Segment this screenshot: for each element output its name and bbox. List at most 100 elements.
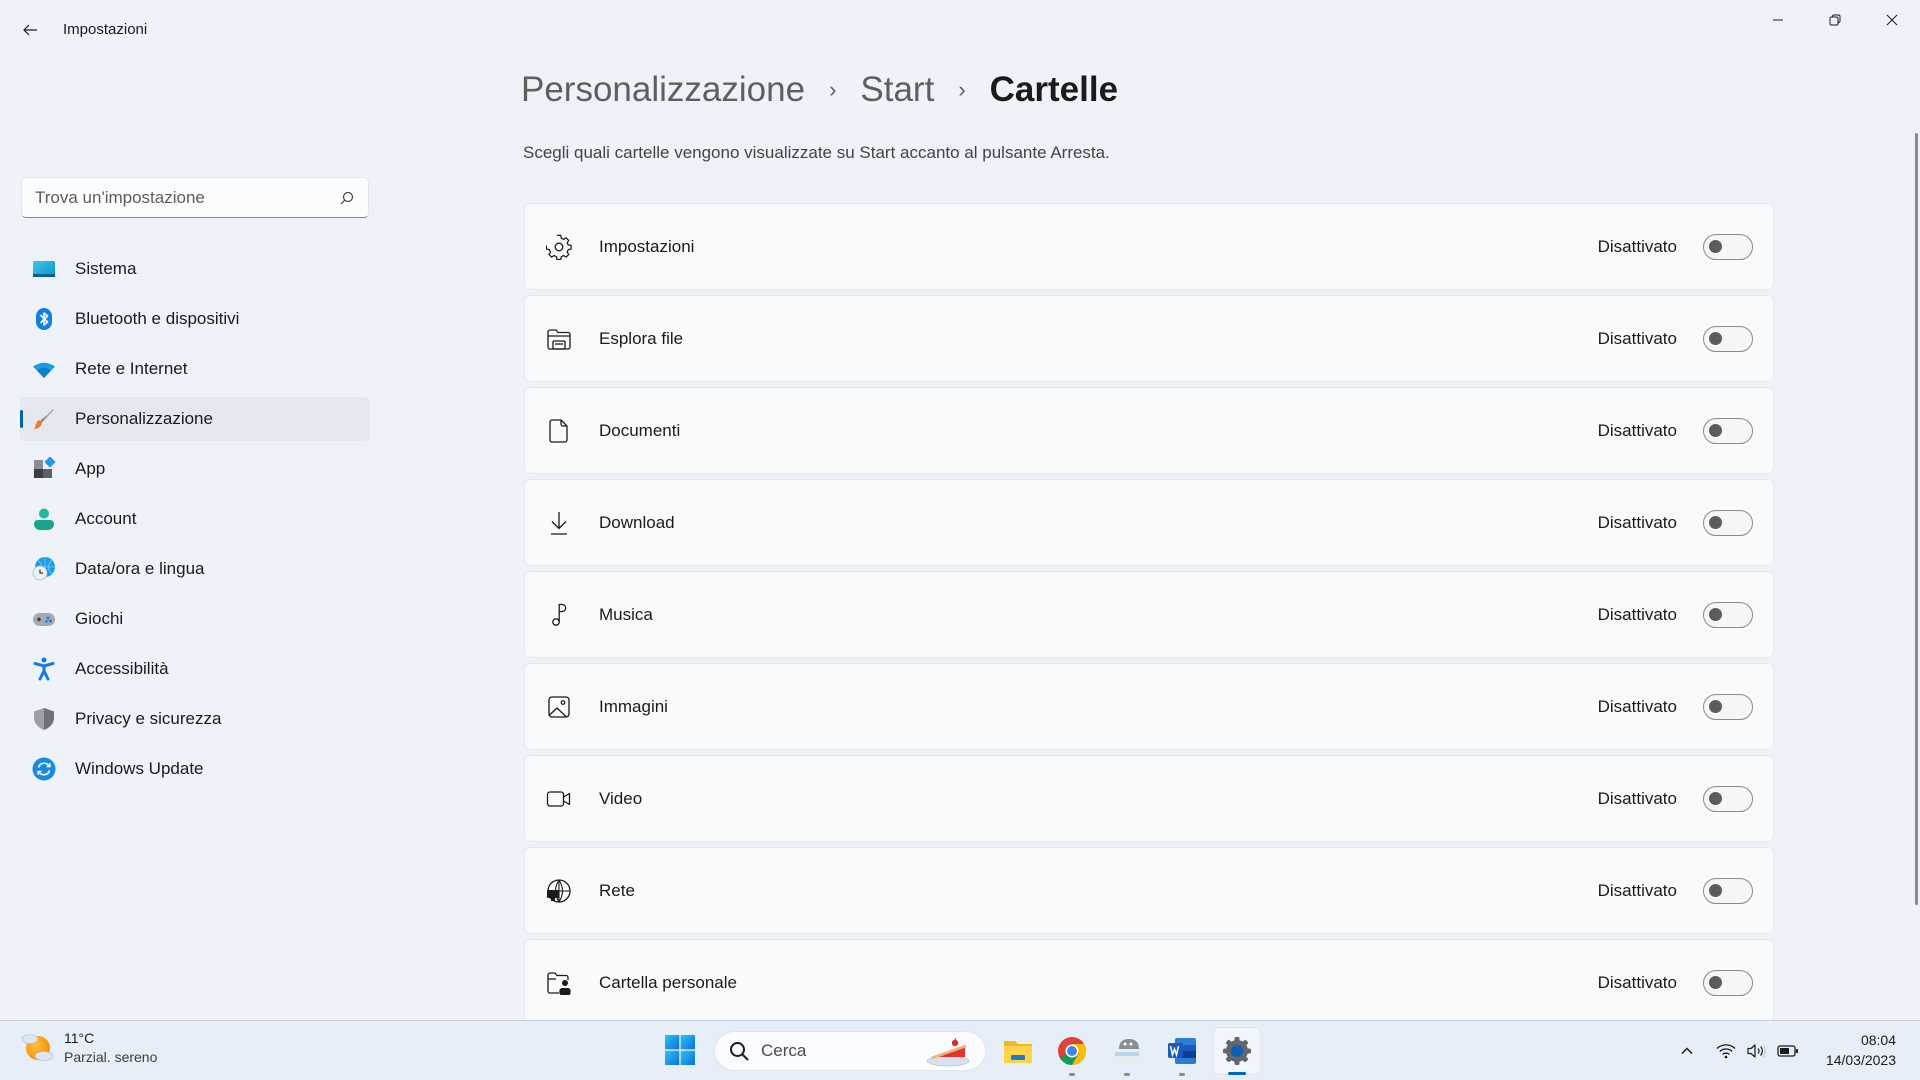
windows-logo-icon [665, 1035, 695, 1065]
sidebar-item-app[interactable]: App [20, 447, 370, 491]
gamepad-icon [33, 613, 55, 626]
paintbrush-icon [34, 409, 54, 429]
folder-list: Impostazioni Disattivato Esplora file Di… [524, 203, 1774, 1031]
toggle-state-label: Disattivato [1597, 512, 1677, 532]
toggle-documenti[interactable] [1703, 417, 1753, 444]
sidebar-item-sistema[interactable]: Sistema [20, 247, 370, 291]
chevron-right-icon: › [958, 77, 966, 102]
sidebar-item-label: Rete e Internet [75, 359, 188, 378]
toggle-download[interactable] [1703, 509, 1753, 536]
toggle-video[interactable] [1703, 785, 1753, 812]
folder-setting-video: Video Disattivato [524, 755, 1774, 842]
sidebar-item-accessibilita[interactable]: Accessibilità [20, 647, 370, 691]
page-title: Cartelle [989, 70, 1119, 109]
toggle-state-label: Disattivato [1597, 880, 1677, 900]
taskbar: 11°C Parzial. sereno Cerca 08:04 14/03/2… [0, 1020, 1920, 1080]
start-button[interactable] [664, 1034, 696, 1066]
folder-setting-download: Download Disattivato [524, 479, 1774, 566]
active-indicator [1228, 1072, 1246, 1075]
close-button[interactable] [1863, 0, 1920, 40]
restore-button[interactable] [1806, 0, 1863, 40]
chevron-up-icon [1681, 1047, 1693, 1055]
sidebar-item-label: Account [75, 509, 137, 528]
weather-temperature: 11°C [64, 1030, 95, 1046]
sidebar-nav: Sistema Bluetooth e dispositivi Rete e I… [20, 247, 370, 797]
toggle-esplora-file[interactable] [1703, 325, 1753, 352]
toggle-impostazioni[interactable] [1703, 233, 1753, 260]
sidebar-item-label: Sistema [75, 259, 137, 278]
folder-setting-esplora-file: Esplora file Disattivato [524, 295, 1774, 382]
taskbar-gimp[interactable] [1103, 1027, 1151, 1076]
taskbar-settings[interactable] [1213, 1027, 1261, 1075]
battery-tray-button[interactable] [1774, 1037, 1802, 1065]
wifi-icon [1716, 1044, 1736, 1059]
clock-date: 14/03/2023 [1825, 1052, 1896, 1068]
sidebar-item-bluetooth[interactable]: Bluetooth e dispositivi [20, 297, 370, 341]
sidebar-item-windows-update[interactable]: Windows Update [20, 747, 370, 791]
image-icon [545, 693, 573, 721]
taskbar-chrome[interactable] [1048, 1027, 1096, 1076]
apps-icon [34, 457, 56, 478]
system-icon [33, 261, 55, 277]
network-tray-button[interactable] [1712, 1037, 1740, 1065]
toggle-cartella-personale[interactable] [1703, 969, 1753, 996]
search-icon[interactable] [338, 189, 356, 207]
weather-description: Parzial. sereno [64, 1049, 158, 1065]
sidebar-item-data-ora[interactable]: Data/ora e lingua [20, 547, 370, 591]
shield-icon [34, 708, 54, 730]
settings-search-box[interactable] [21, 177, 369, 218]
toggle-state-label: Disattivato [1597, 788, 1677, 808]
sidebar-item-giochi[interactable]: Giochi [20, 597, 370, 641]
clock[interactable]: 08:04 14/03/2023 [1826, 1030, 1896, 1070]
weather-widget[interactable]: 11°C Parzial. sereno [20, 1029, 157, 1067]
network-globe-icon [545, 877, 573, 905]
settings-icon [1223, 1037, 1251, 1065]
sidebar-item-label: Data/ora e lingua [75, 559, 205, 578]
sidebar-item-account[interactable]: Account [20, 497, 370, 541]
close-icon [1886, 14, 1897, 26]
volume-tray-button[interactable] [1742, 1037, 1770, 1065]
toggle-state-label: Disattivato [1597, 328, 1677, 348]
folder-label: Impostazioni [599, 236, 695, 256]
download-icon [545, 509, 573, 537]
sidebar-item-label: Giochi [75, 609, 124, 628]
taskbar-file-explorer[interactable] [994, 1027, 1042, 1075]
sidebar-item-personalizzazione[interactable]: Personalizzazione [20, 397, 370, 441]
sidebar-item-rete[interactable]: Rete e Internet [20, 347, 370, 391]
toggle-rete[interactable] [1703, 877, 1753, 904]
file-explorer-icon [545, 325, 573, 353]
app-title: Impostazioni [63, 21, 148, 38]
show-hidden-icons-button[interactable] [1674, 1037, 1700, 1065]
folder-label: Immagini [599, 696, 668, 716]
breadcrumb-personalizzazione[interactable]: Personalizzazione [521, 70, 805, 110]
time-language-icon [32, 557, 55, 581]
sidebar-item-label: Accessibilità [75, 659, 169, 678]
gear-icon [545, 233, 573, 261]
toggle-state-label: Disattivato [1597, 420, 1677, 440]
toggle-musica[interactable] [1703, 601, 1753, 628]
windows-update-icon [32, 757, 56, 781]
taskbar-search[interactable]: Cerca [714, 1031, 986, 1071]
volume-icon [1747, 1044, 1766, 1058]
folder-label: Download [599, 512, 675, 532]
partly-cloudy-icon [21, 1034, 54, 1061]
sidebar-item-label: Privacy e sicurezza [75, 709, 222, 728]
settings-search-input[interactable] [35, 187, 338, 208]
running-indicator [1124, 1073, 1130, 1076]
wifi-icon [33, 362, 55, 378]
vertical-scrollbar[interactable] [1915, 133, 1918, 905]
toggle-state-label: Disattivato [1597, 972, 1677, 992]
minimize-button[interactable] [1749, 0, 1806, 40]
toggle-knob [1709, 239, 1722, 253]
sidebar-item-label: Personalizzazione [75, 409, 213, 428]
page-description: Scegli quali cartelle vengono visualizza… [523, 143, 1110, 162]
taskbar-word[interactable] [1158, 1027, 1206, 1076]
sidebar-item-privacy[interactable]: Privacy e sicurezza [20, 697, 370, 741]
breadcrumb-start[interactable]: Start [860, 70, 934, 110]
toggle-immagini[interactable] [1703, 693, 1753, 720]
folder-label: Musica [599, 604, 653, 624]
folder-label: Cartella personale [599, 972, 737, 992]
back-button[interactable] [14, 14, 46, 46]
toggle-knob [1709, 331, 1722, 345]
toggle-state-label: Disattivato [1597, 236, 1677, 256]
